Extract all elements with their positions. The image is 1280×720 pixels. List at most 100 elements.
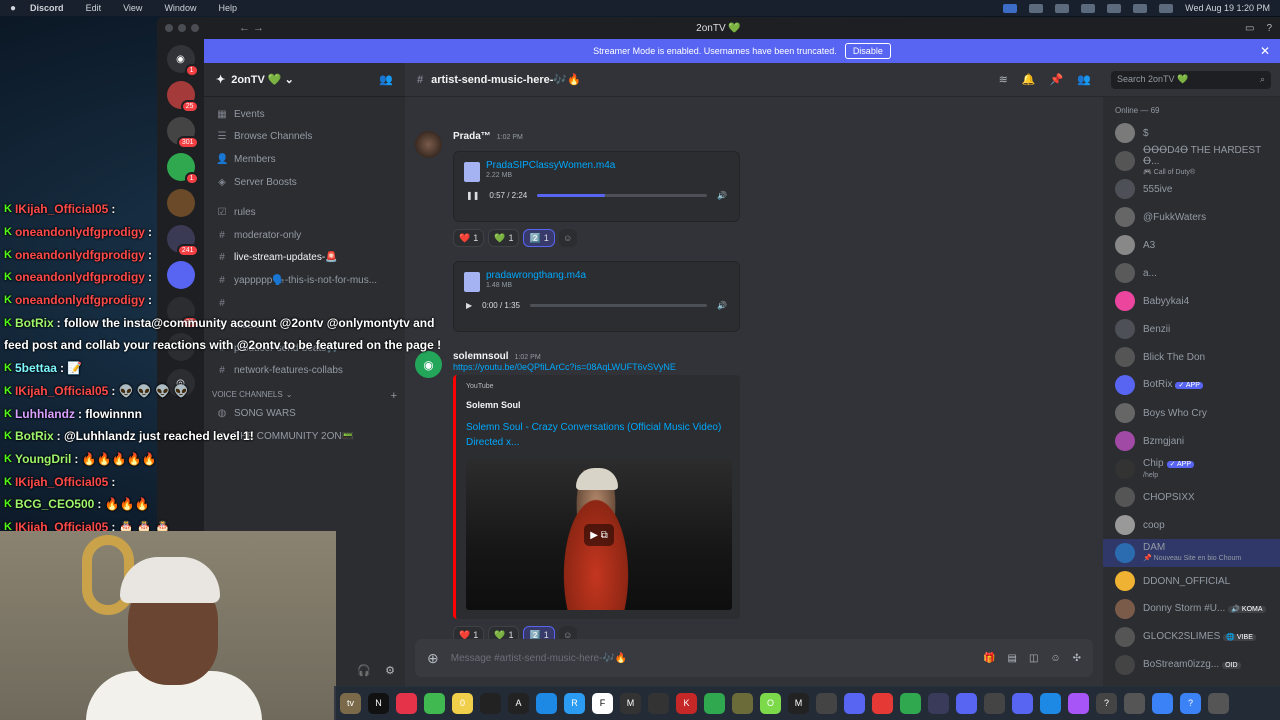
dock-app-icon[interactable] <box>956 692 977 714</box>
screen-share-icon[interactable] <box>1003 3 1018 13</box>
menu-clock[interactable]: Wed Aug 19 1:20 PM <box>1185 3 1270 13</box>
dock-app-icon[interactable]: K <box>676 692 697 714</box>
member-item[interactable]: DDONN_OFFICIAL <box>1103 567 1280 595</box>
member-avatar[interactable] <box>1115 487 1135 507</box>
menu-view[interactable]: View <box>123 3 142 13</box>
member-item[interactable]: Boys Who Cry <box>1103 399 1280 427</box>
member-item[interactable]: coop <box>1103 511 1280 539</box>
member-avatar[interactable] <box>1115 571 1135 591</box>
dock-app-icon[interactable]: A <box>508 692 529 714</box>
home-button[interactable]: ◉ 1 <box>166 45 199 77</box>
apple-icon[interactable]: ● <box>10 3 16 14</box>
member-avatar[interactable] <box>1115 599 1135 619</box>
help-icon[interactable]: ? <box>1266 23 1272 34</box>
member-item[interactable]: ꝊꝊꝊD4Ꝋ THE HARDEST Ꝋ... 🎮 Call of Duty® <box>1103 145 1280 176</box>
dock-app-icon[interactable] <box>816 692 837 714</box>
guild-header[interactable]: ✦ 2onTV 💚 ⌄ 👥 <box>204 63 405 97</box>
spotlight-icon[interactable] <box>1133 3 1148 13</box>
dock-app-icon[interactable]: ? <box>1180 692 1201 714</box>
member-item[interactable]: BotRix ✓ APP <box>1103 371 1280 399</box>
server-icon[interactable]: 25 <box>166 81 199 113</box>
member-item[interactable]: 555ive <box>1103 175 1280 203</box>
dock-app-icon[interactable]: ? <box>1096 692 1117 714</box>
member-item[interactable]: Benzii <box>1103 315 1280 343</box>
minimize-window-button[interactable] <box>178 24 186 32</box>
play-icon[interactable]: ▶ ⧉ <box>584 524 614 546</box>
play-icon[interactable]: ▶ <box>466 301 472 310</box>
search-input[interactable]: Search 2onTV 💚 ⌕ <box>1111 70 1271 89</box>
inbox-icon[interactable]: ▭ <box>1245 23 1254 34</box>
dock-app-icon[interactable] <box>1012 692 1033 714</box>
member-item[interactable]: @FukkWaters <box>1103 203 1280 231</box>
dock-app-icon[interactable] <box>984 692 1005 714</box>
progress-bar[interactable] <box>529 303 708 307</box>
pause-icon[interactable]: ❚❚ <box>466 191 479 200</box>
zoom-window-button[interactable] <box>191 24 199 32</box>
channel-events[interactable]: ▦ Events <box>212 103 397 126</box>
sticker-icon[interactable]: ◫ <box>1029 653 1038 664</box>
message-author[interactable]: Prada™ <box>453 131 491 142</box>
settings-gear-icon[interactable]: ⚙ <box>385 664 395 677</box>
attach-plus-icon[interactable]: ⊕ <box>427 650 439 667</box>
server-icon[interactable]: 1 <box>166 153 199 185</box>
member-avatar[interactable] <box>1115 403 1135 423</box>
menu-edit[interactable]: Edit <box>86 3 102 13</box>
member-item[interactable]: DAM 📌 Nouveau Site en bio Choum <box>1103 539 1280 567</box>
member-item[interactable]: a... <box>1103 259 1280 287</box>
dock-app-icon[interactable]: M <box>620 692 641 714</box>
dock-app-icon[interactable] <box>872 692 893 714</box>
member-avatar[interactable] <box>1115 459 1135 479</box>
dock-app-icon[interactable] <box>900 692 921 714</box>
menu-help[interactable]: Help <box>218 3 237 13</box>
pin-icon[interactable]: 📌 <box>1050 73 1064 86</box>
member-avatar[interactable] <box>1115 291 1135 311</box>
gift-icon[interactable]: 🎁 <box>983 653 995 664</box>
channel-browse[interactable]: ☰ Browse Channels <box>212 126 397 149</box>
status-icon[interactable] <box>1081 3 1096 13</box>
member-item[interactable]: GLOCK2SLIMES 🌐 VIBE <box>1103 623 1280 651</box>
control-center-icon[interactable] <box>1159 3 1174 13</box>
member-item[interactable]: CHOPSIXX <box>1103 483 1280 511</box>
menu-window[interactable]: Window <box>164 3 196 13</box>
member-avatar[interactable] <box>1115 515 1135 535</box>
avatar[interactable] <box>415 131 442 158</box>
file-name-link[interactable]: pradawrongthang.m4a <box>486 270 729 281</box>
reaction[interactable]: 2️⃣ 1 <box>523 229 555 247</box>
member-item[interactable]: Chip ✓ APP/help <box>1103 455 1280 483</box>
volume-icon[interactable]: 🔊 <box>717 301 727 310</box>
youtube-link[interactable]: https://youtu.be/0eQPfiLArCc?is=08AqLWUF… <box>453 362 1093 372</box>
dock-app-icon[interactable] <box>1040 692 1061 714</box>
member-avatar[interactable] <box>1115 543 1135 563</box>
emoji-icon[interactable]: ☺ <box>1050 653 1060 664</box>
status-icon[interactable] <box>1029 3 1044 13</box>
dock-app-icon[interactable] <box>704 692 725 714</box>
member-item[interactable]: Bzmgjani <box>1103 427 1280 455</box>
gif-icon[interactable]: ▤ <box>1007 653 1016 664</box>
dock-app-icon[interactable]: tv <box>340 692 361 714</box>
embed-provider[interactable]: YouTube <box>466 383 730 390</box>
dock-app-icon[interactable] <box>732 692 753 714</box>
dock-app-icon[interactable] <box>1068 692 1089 714</box>
member-item[interactable]: A3 <box>1103 231 1280 259</box>
back-arrow-icon[interactable]: ← → <box>239 22 264 34</box>
add-user-icon[interactable]: 👥 <box>379 73 393 86</box>
dock-app-icon[interactable] <box>648 692 669 714</box>
member-avatar[interactable] <box>1115 123 1135 143</box>
dock-app-icon[interactable] <box>1208 692 1229 714</box>
channel-server-boosts[interactable]: ◈ Server Boosts <box>212 171 397 194</box>
reaction[interactable]: 💚 1 <box>488 229 520 247</box>
dock-app-icon[interactable]: M <box>788 692 809 714</box>
message-composer[interactable]: ⊕ Message #artist-send-music-here-🎶🔥 🎁 ▤… <box>415 639 1093 677</box>
dock-app-icon[interactable] <box>1152 692 1173 714</box>
dock-app-icon[interactable] <box>844 692 865 714</box>
server-icon[interactable]: 301 <box>166 117 199 149</box>
member-avatar[interactable] <box>1115 627 1135 647</box>
member-item[interactable]: BoStream0izzg... OID <box>1103 651 1280 679</box>
member-item[interactable]: Donny Storm #U... 🔊 KOMA <box>1103 595 1280 623</box>
member-avatar[interactable] <box>1115 207 1135 227</box>
member-avatar[interactable] <box>1115 375 1135 395</box>
close-icon[interactable]: ✕ <box>1260 44 1270 58</box>
progress-bar[interactable] <box>537 193 708 197</box>
dock-app-icon[interactable] <box>396 692 417 714</box>
member-avatar[interactable] <box>1115 655 1135 675</box>
